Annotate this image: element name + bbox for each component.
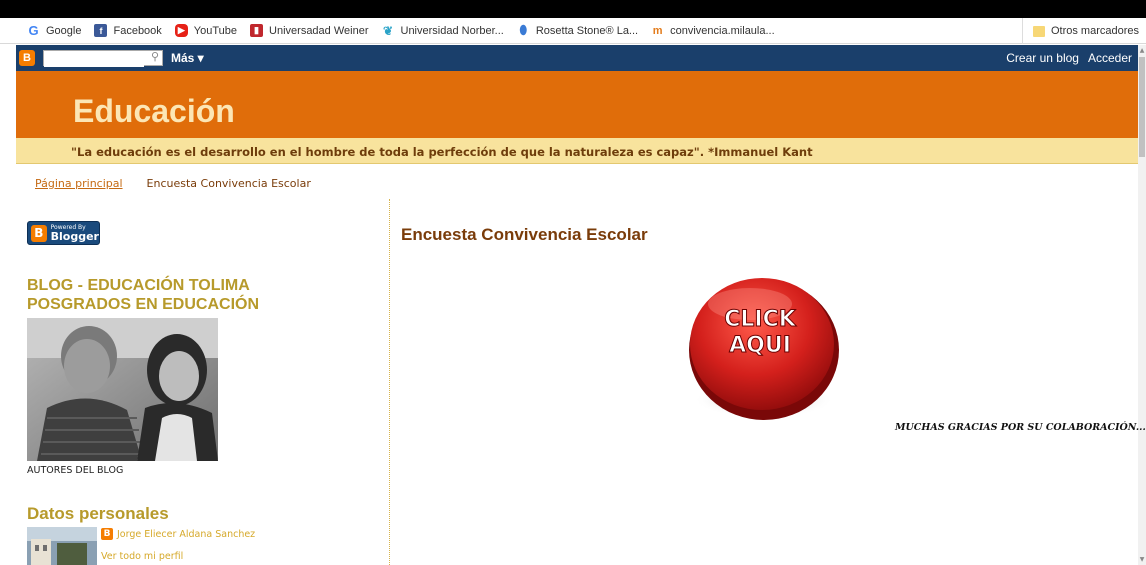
milaula-icon: m (652, 24, 663, 37)
page-tabs: Página principal Encuesta Convivencia Es… (35, 177, 311, 190)
bookmark-label: Facebook (113, 24, 162, 37)
blogger-logo-icon[interactable]: B (19, 50, 35, 66)
blog-header: Educación (16, 71, 1138, 138)
sign-in-link[interactable]: Acceder (1088, 51, 1132, 65)
bookmarks-bar: G Google f Facebook ▶ YouTube ▮ Universa… (0, 18, 1146, 44)
bookmark-google[interactable]: G Google (27, 23, 82, 38)
bookmark-facebook[interactable]: f Facebook (94, 24, 162, 37)
blog-title[interactable]: Educación (73, 93, 235, 130)
button-text-line2: AQUI (729, 333, 791, 358)
blog-description-bar: "La educación es el desarrollo en el hom… (16, 138, 1138, 164)
folder-icon (1032, 25, 1045, 37)
button-text-line1: CLICK (724, 307, 796, 332)
other-bookmarks[interactable]: Otros marcadores (1021, 18, 1139, 44)
blogger-logo-icon: B (31, 224, 47, 242)
bookmark-label: YouTube (193, 24, 238, 37)
create-blog-link[interactable]: Crear un blog (1006, 51, 1079, 65)
tab-home[interactable]: Página principal (35, 177, 123, 190)
rosetta-icon: ⬮ (519, 23, 528, 37)
profile-name: Jorge Eliecer Aldana Sanchez (117, 528, 256, 540)
scroll-up-icon[interactable]: ▲ (1138, 47, 1146, 54)
authors-photo (27, 318, 218, 461)
facebook-icon: f (94, 24, 108, 37)
search-input[interactable] (44, 52, 144, 67)
more-menu-button[interactable]: Más ▾ (171, 51, 204, 65)
tab-current: Encuesta Convivencia Escolar (146, 177, 311, 190)
bookmark-universidad-norbert[interactable]: ❦ Universidad Norber... (382, 23, 504, 38)
search-icon[interactable]: ⚲ (151, 50, 159, 63)
powered-by-blogger-badge[interactable]: B Powered By Blogger (27, 221, 100, 245)
window-top-bar (0, 0, 1146, 18)
column-divider (389, 199, 390, 565)
photo-caption: AUTORES DEL BLOG (27, 465, 124, 476)
page-scrollbar[interactable]: ▲ ▼ (1138, 45, 1146, 565)
scrollbar-thumb[interactable] (1139, 57, 1145, 157)
other-bookmarks-label: Otros marcadores (1050, 25, 1139, 37)
profile-photo[interactable] (27, 527, 97, 565)
bookmark-label: Rosetta Stone® La... (535, 24, 639, 37)
bookmark-youtube[interactable]: ▶ YouTube (174, 24, 238, 37)
navbar-search: ⚲ (43, 50, 163, 67)
post-title[interactable]: Encuesta Convivencia Escolar (401, 225, 648, 245)
blogger-profile-icon: B (101, 528, 113, 540)
click-here-button[interactable]: CLICK AQUI (680, 270, 850, 422)
profile-name-link[interactable]: B Jorge Eliecer Aldana Sanchez (101, 528, 255, 540)
personal-data-heading: Datos personales (27, 504, 169, 523)
scroll-down-icon[interactable]: ▼ (1138, 556, 1146, 563)
bookmark-label: convivencia.milaula... (670, 24, 775, 37)
bookmark-icon: ▮ (250, 24, 264, 37)
blog-description: "La educación es el desarrollo en el hom… (71, 145, 813, 159)
thanks-message: MUCHAS GRACIAS POR SU COLABORACIÓN... (895, 422, 1146, 433)
bookmark-convivencia[interactable]: m convivencia.milaula... (651, 24, 775, 37)
navbar-actions: Crear un blog Acceder (1006, 45, 1132, 71)
book-icon: ❦ (382, 23, 394, 38)
bookmark-label: Google (46, 24, 82, 37)
youtube-icon: ▶ (174, 24, 188, 37)
bookmark-label: Universadad Weiner (269, 24, 369, 37)
blogger-navbar: B ⚲ Más ▾ Crear un blog Acceder (16, 45, 1138, 71)
view-profile-link[interactable]: Ver todo mi perfil (101, 551, 183, 562)
bookmark-label: Universidad Norber... (400, 24, 504, 37)
bookmark-rosetta-stone[interactable]: ⬮ Rosetta Stone® La... (517, 23, 639, 37)
blogger-label: Blogger (50, 229, 99, 243)
sidebar-blog-title: BLOG - EDUCACIÓN TOLIMA POSGRADOS EN EDU… (27, 277, 260, 313)
bookmark-universidad-weiner[interactable]: ▮ Universadad Weiner (250, 24, 369, 37)
google-icon: G (28, 23, 39, 38)
